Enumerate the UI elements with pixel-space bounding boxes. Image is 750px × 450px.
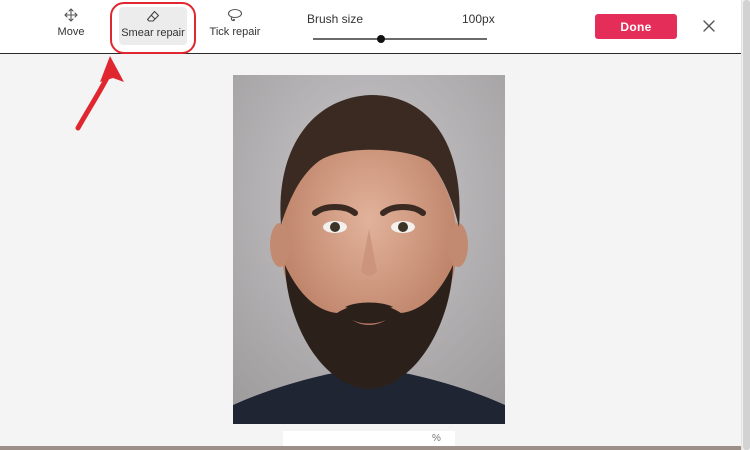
brush-size-label: Brush size — [307, 12, 364, 26]
done-button[interactable]: Done — [595, 14, 677, 39]
eraser-icon — [145, 9, 161, 23]
brush-size-value: 100px — [462, 12, 495, 26]
portrait-image — [233, 75, 505, 424]
move-arrows-icon — [63, 8, 79, 22]
smear-repair-tool-button[interactable]: Smear repair — [119, 7, 187, 45]
brush-size-slider-thumb[interactable] — [376, 35, 385, 43]
vertical-scrollbar[interactable] — [741, 0, 750, 450]
tick-repair-tool-label: Tick repair — [209, 26, 261, 38]
smear-repair-tool-label: Smear repair — [121, 27, 185, 39]
tick-repair-tool-button[interactable]: Tick repair — [208, 8, 262, 44]
editor-toolbar: Move Smear repair Tick repair Brush size… — [0, 0, 741, 54]
move-tool-button[interactable]: Move — [54, 8, 88, 44]
scrollbar-thumb[interactable] — [743, 0, 750, 450]
bottom-image-strip — [0, 446, 741, 450]
annotation-arrow-icon — [75, 56, 124, 131]
move-tool-label: Move — [57, 26, 85, 38]
lasso-icon — [227, 8, 243, 22]
brush-size-slider[interactable] — [313, 35, 487, 43]
zoom-percent-label: % — [432, 433, 441, 444]
close-button[interactable] — [700, 17, 718, 35]
close-icon — [700, 20, 718, 39]
